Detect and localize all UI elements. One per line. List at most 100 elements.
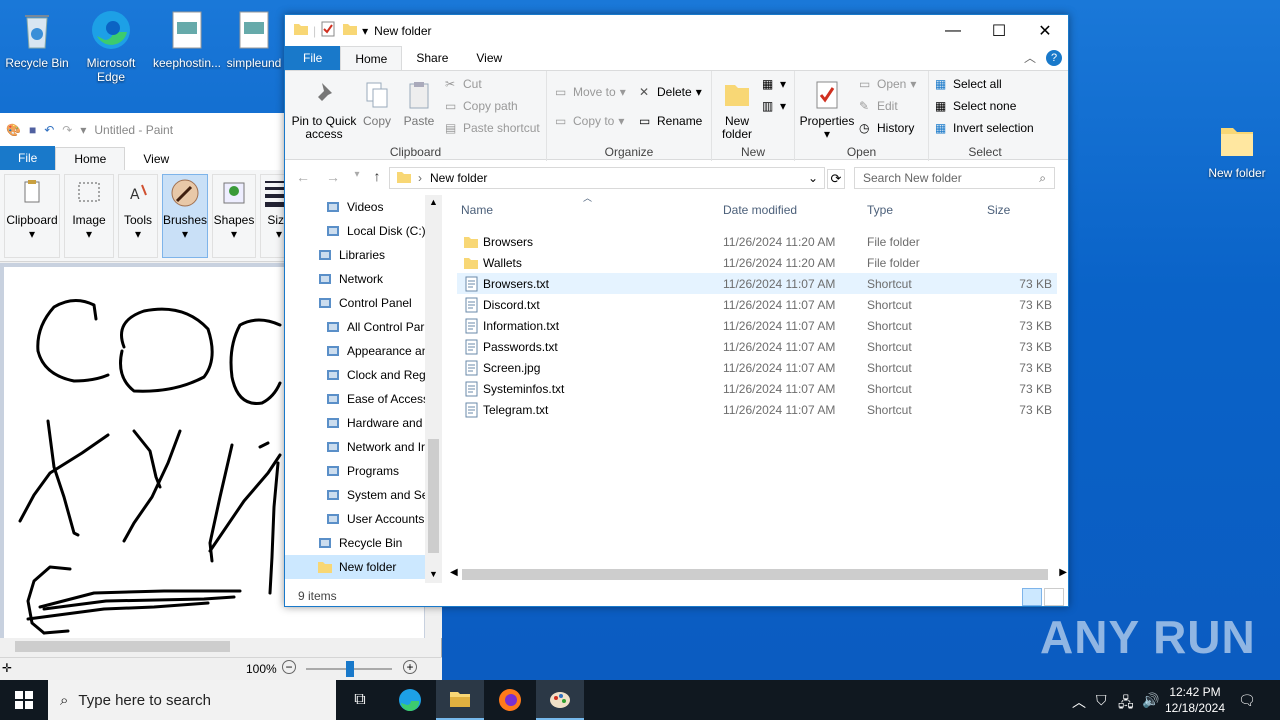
large-icons-view-button[interactable] (1044, 588, 1064, 606)
forward-button[interactable]: → (323, 169, 343, 185)
back-button[interactable]: ← (293, 169, 313, 185)
nav-item[interactable]: Hardware and (285, 411, 442, 435)
taskbar-file-explorer[interactable] (436, 680, 484, 720)
paint-tools-button[interactable]: A Tools ▾ (118, 174, 158, 258)
nav-item[interactable]: Control Panel (285, 291, 442, 315)
column-name[interactable]: Name (461, 203, 493, 217)
history-button[interactable]: ◷ History (859, 121, 914, 135)
nav-item[interactable]: All Control Par (285, 315, 442, 339)
column-type[interactable]: Type (867, 203, 893, 217)
new-folder-qat-icon[interactable] (342, 21, 358, 40)
scroll-left-icon[interactable]: ◀ (450, 567, 458, 578)
zoom-in-button[interactable]: + (403, 660, 417, 674)
scroll-right-icon[interactable]: ▶ (1059, 567, 1067, 578)
copy-path-button[interactable]: ▭ Copy path (445, 99, 518, 113)
scrollbar-thumb[interactable] (462, 569, 1048, 580)
breadcrumb-current[interactable]: New folder (430, 171, 487, 185)
select-all-button[interactable]: ▦ Select all (935, 77, 1002, 91)
file-row[interactable]: Systeminfos.txt 11/26/2024 11:07 AM Shortc… (457, 378, 1057, 399)
paint-tab-home[interactable]: Home (55, 147, 126, 170)
open-button[interactable]: ▭ Open ▾ (859, 77, 916, 91)
tab-view[interactable]: View (462, 46, 516, 70)
paint-shapes-button[interactable]: Shapes ▾ (212, 174, 256, 258)
nav-item[interactable]: Network (285, 267, 442, 291)
file-row[interactable]: Discord.txt 11/26/2024 11:07 AM Shortcut 73… (457, 294, 1057, 315)
file-row[interactable]: Passwords.txt 11/26/2024 11:07 AM Shortcut… (457, 336, 1057, 357)
taskbar-paint[interactable] (536, 680, 584, 720)
paint-tab-view[interactable]: View (125, 148, 187, 170)
properties-button[interactable]: Properties ▾ (799, 79, 855, 141)
column-date-modified[interactable]: Date modified (723, 203, 797, 217)
nav-item[interactable]: Ease of Access (285, 387, 442, 411)
select-none-button[interactable]: ▦ Select none (935, 99, 1016, 113)
paste-shortcut-button[interactable]: ▤ Paste shortcut (445, 121, 540, 135)
zoom-out-button[interactable]: − (282, 660, 296, 674)
taskbar-edge[interactable] (386, 680, 434, 720)
maximize-button[interactable]: ☐ (976, 15, 1022, 46)
edit-button[interactable]: ✎ Edit (859, 99, 898, 113)
file-row[interactable]: Screen.jpg 11/26/2024 11:07 AM Shortcut 73 … (457, 357, 1057, 378)
nav-item[interactable]: Clock and Regi (285, 363, 442, 387)
new-item-button[interactable]: ▦ ▾ (762, 77, 786, 91)
nav-item[interactable]: Recycle Bin (285, 531, 442, 555)
task-view-button[interactable]: ⧉ (336, 680, 384, 720)
desktop-icon-edge[interactable]: Microsoft Edge (74, 4, 148, 84)
cut-button[interactable]: ✂ Cut (445, 77, 482, 91)
notifications-icon[interactable]: 🗨 (1238, 692, 1256, 709)
paint-clipboard-button[interactable]: Clipboard ▾ (4, 174, 60, 258)
file-row[interactable]: Telegram.txt 11/26/2024 11:07 AM Shortcut 7… (457, 399, 1057, 420)
explorer-window[interactable]: | ▾ New folder — ☐ ✕ File Home Share Vie… (284, 14, 1069, 607)
minimize-button[interactable]: — (930, 15, 976, 46)
file-row[interactable]: Browsers.txt 11/26/2024 11:07 AM Shortcut 7… (457, 273, 1057, 294)
invert-selection-button[interactable]: ▦ Invert selection (935, 121, 1034, 135)
paint-image-button[interactable]: Image ▾ (64, 174, 114, 258)
recent-locations-icon[interactable]: ▾ (347, 169, 367, 180)
taskbar-firefox[interactable] (486, 680, 534, 720)
file-list-horizontal-scrollbar[interactable]: ◀ ▶ (446, 566, 1069, 583)
nav-item[interactable]: Libraries (285, 243, 442, 267)
refresh-button[interactable]: ⟳ (827, 169, 845, 189)
qat-dropdown-icon[interactable]: ▾ (80, 123, 86, 137)
details-view-button[interactable] (1022, 588, 1042, 606)
address-dropdown-icon[interactable]: ⌄ (808, 171, 818, 185)
system-clock[interactable]: 12:42 PM 12/18/2024 (1160, 684, 1230, 716)
move-to-button[interactable]: ▭ Move to ▾ (555, 85, 626, 99)
paint-tab-file[interactable]: File (0, 146, 56, 170)
copy-button[interactable]: Copy (357, 79, 397, 128)
nav-item[interactable]: New folder (285, 555, 442, 579)
easy-access-button[interactable]: ▥ ▾ (762, 99, 786, 113)
volume-icon[interactable]: 🔊 (1142, 692, 1159, 709)
nav-item[interactable]: Appearance an (285, 339, 442, 363)
nav-item[interactable]: System and Se (285, 483, 442, 507)
show-hidden-icons[interactable]: ︿ (1072, 692, 1086, 712)
tab-share[interactable]: Share (402, 46, 462, 70)
start-button[interactable] (0, 680, 48, 720)
scroll-up-icon[interactable]: ▲ (429, 197, 438, 207)
tab-home[interactable]: Home (340, 46, 403, 70)
nav-item[interactable]: User Accounts (285, 507, 442, 531)
pin-quick-access-button[interactable]: Pin to Quick access (289, 79, 359, 141)
zoom-slider-thumb[interactable] (346, 661, 354, 677)
file-row[interactable]: Information.txt 11/26/2024 11:07 AM Shortc… (457, 315, 1057, 336)
nav-item[interactable]: Network and Ir (285, 435, 442, 459)
rename-button[interactable]: ▭ Rename (639, 114, 702, 128)
nav-item[interactable]: Videos (285, 195, 442, 219)
scroll-down-icon[interactable]: ▼ (429, 569, 438, 579)
column-size[interactable]: Size (987, 203, 1010, 217)
nav-pane-scrollbar[interactable]: ▲ ▼ (425, 195, 442, 583)
scrollbar-thumb[interactable] (428, 439, 439, 553)
copy-to-button[interactable]: ▭ Copy to ▾ (555, 114, 624, 128)
up-button[interactable]: ↑ (367, 168, 387, 184)
network-icon[interactable]: 🖧 (1118, 692, 1134, 716)
nav-item[interactable]: Programs (285, 459, 442, 483)
search-input[interactable]: Search New folder ⌕ (854, 167, 1055, 189)
new-folder-button[interactable]: New folder (714, 79, 760, 141)
taskbar-search[interactable]: ⌕ Type here to search (48, 680, 336, 720)
paint-brushes-button[interactable]: Brushes ▾ (162, 174, 208, 258)
desktop-icon-recycle-bin[interactable]: Recycle Bin (0, 4, 74, 70)
properties-qat-icon[interactable] (320, 21, 336, 40)
close-button[interactable]: ✕ (1022, 15, 1068, 46)
file-row[interactable]: Wallets 11/26/2024 11:20 AM File folder (457, 252, 1057, 273)
desktop-icon-file-2[interactable]: simpleund (224, 4, 284, 70)
tab-file[interactable]: File (285, 46, 341, 70)
